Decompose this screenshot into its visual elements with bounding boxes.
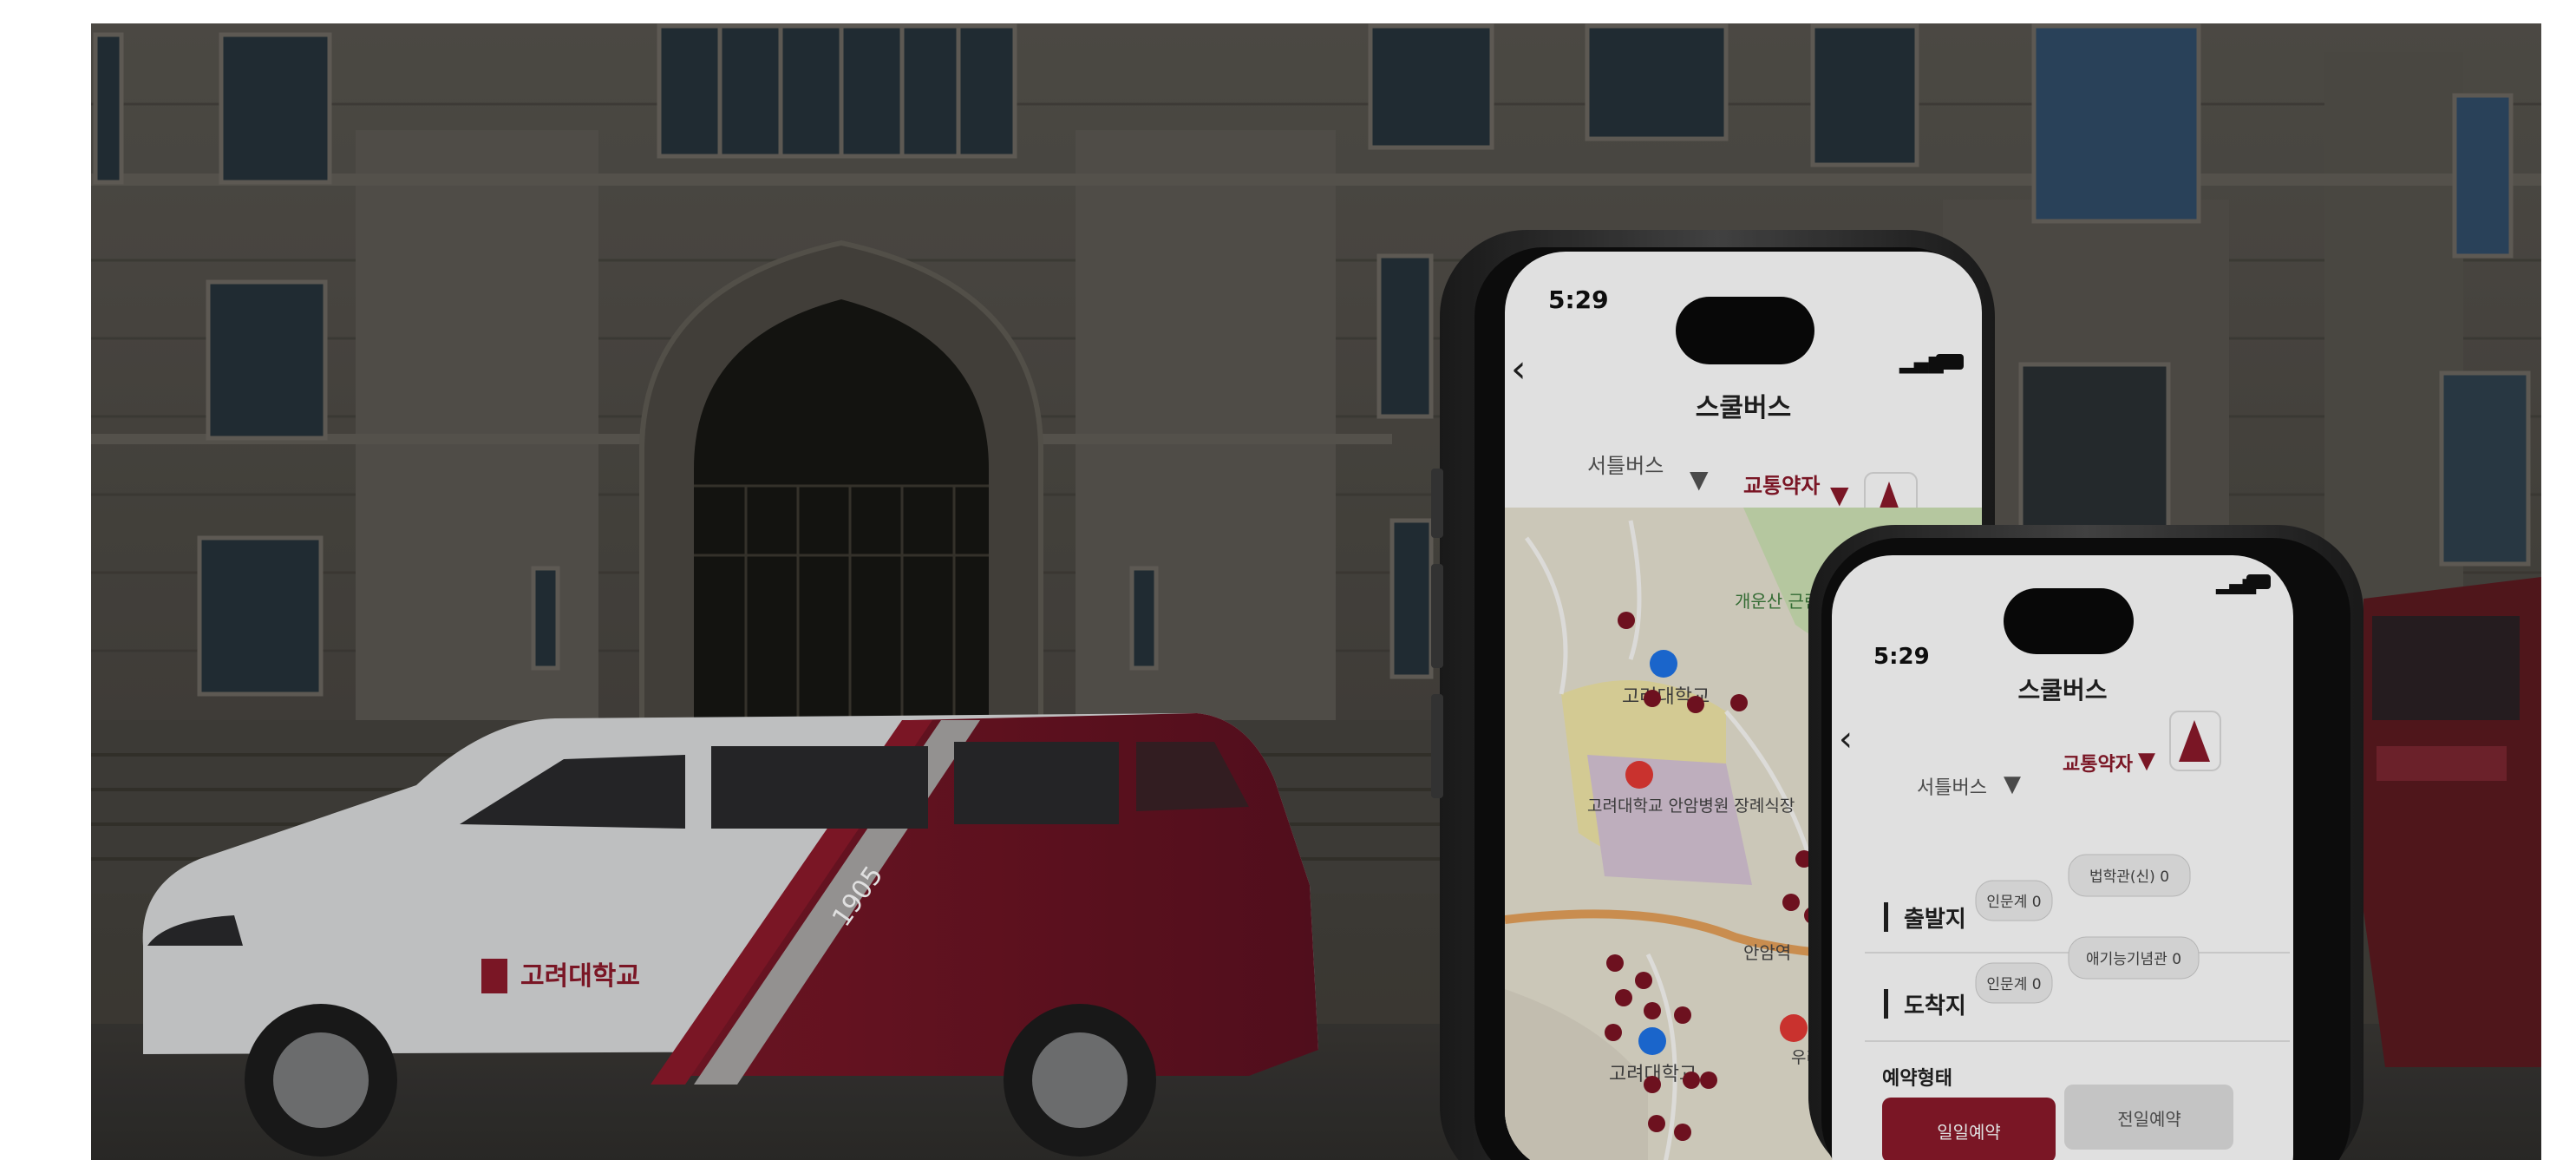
phone-back-status-time: 5:29 bbox=[1548, 285, 1609, 314]
phone-back-dynamic-island bbox=[1676, 297, 1814, 364]
map-label: 안암역 bbox=[1743, 942, 1791, 963]
van-decal-text: 고려대학교 bbox=[520, 961, 640, 992]
departure-label: 출발지 bbox=[1904, 907, 1966, 933]
subway-icon bbox=[1780, 1014, 1808, 1042]
battery-icon bbox=[2246, 574, 2271, 589]
phone-front: 5:29 ▂▄▆ ‹ 스쿨버스 서틀버스 ▼ 교통약자 ▼ 출발지 인문계 0 … bbox=[1808, 525, 2364, 1160]
arrival-chip-label: 애기능기념관 0 bbox=[2086, 951, 2181, 968]
hospital-icon bbox=[1625, 761, 1653, 789]
phone-back-filter-mobility[interactable]: 교통약자 bbox=[1743, 474, 1820, 498]
dropdown-triangle-icon[interactable]: ▼ bbox=[1690, 465, 1709, 494]
back-chevron-icon[interactable]: ‹ bbox=[1839, 719, 1853, 759]
departure-chip-label: 인문계 0 bbox=[1986, 894, 2041, 911]
fullday-reservation-label: 전일예약 bbox=[2117, 1109, 2181, 1130]
map-label: 고려대학교 안암병원 장례식장 bbox=[1587, 796, 1795, 816]
phone-front-title: 스쿨버스 bbox=[2017, 676, 2107, 705]
reservation-label: 예약형태 bbox=[1882, 1068, 1952, 1090]
dropdown-triangle-icon[interactable]: ▼ bbox=[2138, 748, 2155, 774]
arrival-chip-label: 인문계 0 bbox=[1986, 976, 2041, 993]
dropdown-triangle-icon[interactable]: ▼ bbox=[1830, 481, 1849, 509]
battery-icon bbox=[1936, 354, 1964, 370]
back-chevron-icon[interactable]: ‹ bbox=[1511, 347, 1527, 391]
phone-back-filter-shuttle[interactable]: 서틀버스 bbox=[1587, 454, 1664, 478]
hero-scene: 고려대학교 1905 5:29 ▂▄▆ ‹ 스쿨버스 서틀버스 ▼ 교통약자 ▼… bbox=[91, 23, 2541, 1160]
map-pin-icon[interactable] bbox=[1638, 1027, 1666, 1055]
phone-front-filter-shuttle[interactable]: 서틀버스 bbox=[1917, 777, 1987, 799]
dropdown-triangle-icon[interactable]: ▼ bbox=[2004, 771, 2021, 797]
daily-reservation-label: 일일예약 bbox=[1937, 1122, 2001, 1143]
phone-front-status-time: 5:29 bbox=[1873, 644, 1930, 670]
phone-front-dynamic-island bbox=[2004, 588, 2134, 654]
departure-chip-label: 법학관(신) 0 bbox=[2089, 868, 2169, 886]
hero-banner: 고려대학교 1905 5:29 ▂▄▆ ‹ 스쿨버스 서틀버스 ▼ 교통약자 ▼… bbox=[0, 0, 2576, 1160]
phone-front-filter-mobility[interactable]: 교통약자 bbox=[2063, 754, 2134, 776]
arrival-label: 도착지 bbox=[1904, 993, 1966, 1019]
map-pin-icon[interactable] bbox=[1650, 650, 1677, 678]
phone-back-title: 스쿨버스 bbox=[1696, 393, 1791, 423]
